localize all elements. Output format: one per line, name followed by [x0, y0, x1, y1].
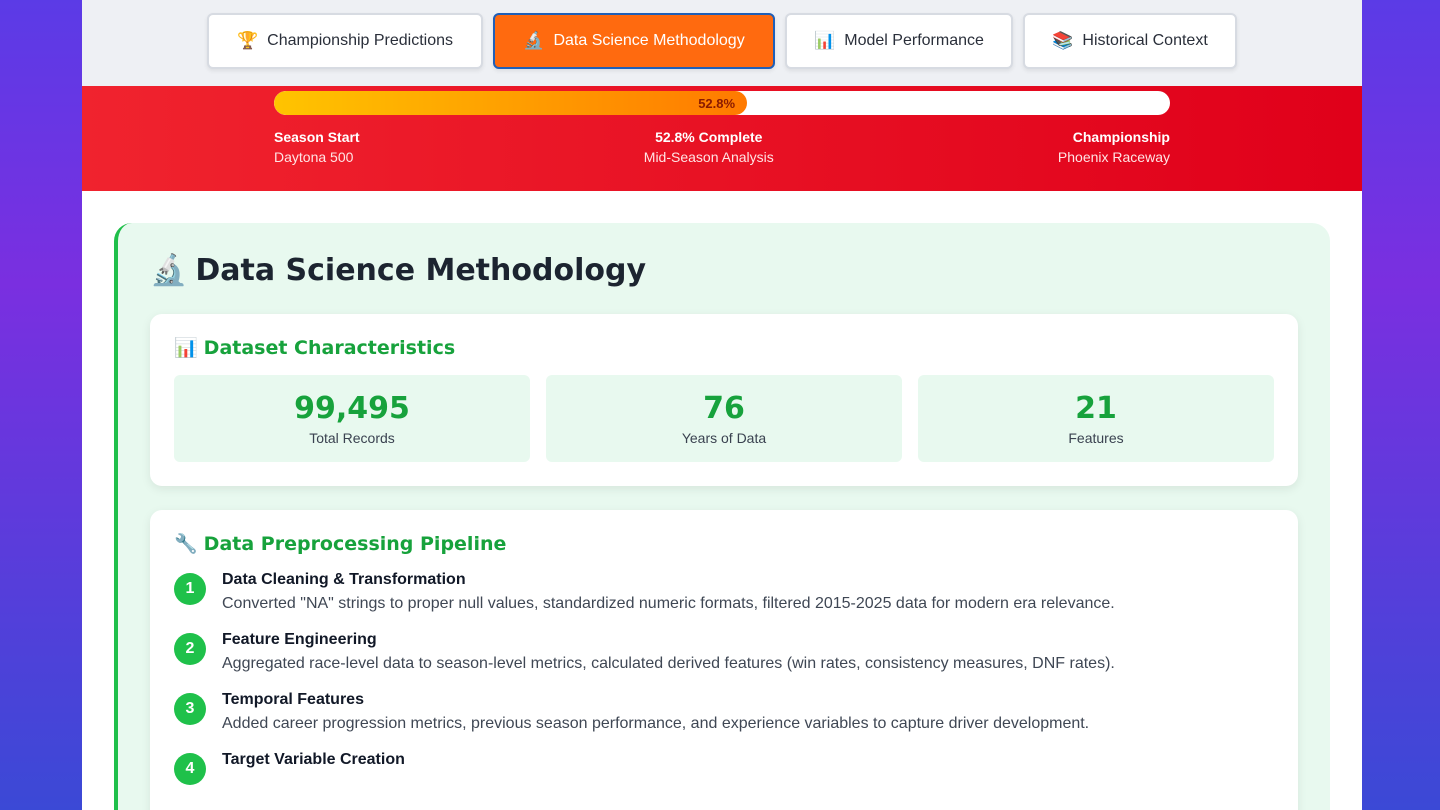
page-title: 🔬 Data Science Methodology: [150, 253, 1298, 288]
tab-historical-context[interactable]: 📚 Historical Context: [1023, 13, 1237, 69]
milestone-current: 52.8% Complete Mid-Season Analysis: [644, 129, 774, 165]
step-title: Feature Engineering: [222, 631, 377, 648]
stat-value: 99,495: [294, 391, 410, 426]
pipeline-card-title-text: Data Preprocessing Pipeline: [203, 532, 507, 555]
progress-percent-label: 52.8%: [698, 95, 736, 111]
bar-chart-icon: 📊: [174, 337, 198, 359]
tab-championship-predictions[interactable]: 🏆 Championship Predictions: [207, 13, 483, 69]
step-number-badge: 3: [174, 693, 206, 725]
app-page: 🏆 Championship Predictions 🔬 Data Scienc…: [82, 0, 1362, 810]
stat-value: 21: [1075, 391, 1117, 426]
pipeline-step: 4 Target Variable Creation: [174, 751, 1274, 785]
stat-label: Features: [1068, 430, 1124, 446]
step-title: Target Variable Creation: [222, 751, 405, 768]
step-title: Data Cleaning & Transformation: [222, 571, 466, 588]
milestone-end: Championship Phoenix Raceway: [1058, 129, 1170, 165]
milestone-start-subtitle: Daytona 500: [274, 149, 354, 165]
progress-bar: 52.8%: [274, 91, 1170, 115]
dataset-stats: 99,495 Total Records 76 Years of Data 21…: [174, 375, 1274, 462]
milestone-current-subtitle: Mid-Season Analysis: [643, 149, 774, 165]
milestone-start: Season Start Daytona 500: [274, 129, 360, 165]
main-content: 🔬 Data Science Methodology 📊 Dataset Cha…: [82, 191, 1362, 810]
pipeline-card-title: 🔧 Data Preprocessing Pipeline: [174, 532, 1274, 556]
progress-milestones: Season Start Daytona 500 52.8% Complete …: [274, 129, 1170, 165]
page-title-text: Data Science Methodology: [195, 253, 647, 288]
tab-bar: 🏆 Championship Predictions 🔬 Data Scienc…: [82, 0, 1362, 86]
step-number-badge: 4: [174, 753, 206, 785]
milestone-start-title: Season Start: [274, 129, 360, 145]
stat-total-records: 99,495 Total Records: [174, 375, 530, 462]
dataset-card-title-text: Dataset Characteristics: [203, 336, 456, 359]
stat-label: Total Records: [309, 430, 395, 446]
stat-label: Years of Data: [681, 430, 767, 446]
stat-years-of-data: 76 Years of Data: [546, 375, 902, 462]
step-title: Temporal Features: [222, 691, 364, 708]
step-description: Added career progression metrics, previo…: [222, 715, 1090, 732]
wrench-icon: 🔧: [174, 533, 198, 555]
progress-bar-fill: 52.8%: [274, 91, 748, 115]
step-description: Aggregated race-level data to season-lev…: [222, 655, 1115, 672]
stat-features: 21 Features: [918, 375, 1274, 462]
step-description: Converted "NA" strings to proper null va…: [222, 595, 1115, 612]
dataset-card-title: 📊 Dataset Characteristics: [174, 336, 1274, 360]
tab-label: Data Science Methodology: [553, 32, 745, 49]
trophy-icon: 🏆: [236, 31, 259, 50]
methodology-panel: 🔬 Data Science Methodology 📊 Dataset Cha…: [114, 223, 1330, 810]
tab-label: Model Performance: [844, 32, 984, 49]
pipeline-card: 🔧 Data Preprocessing Pipeline 1 Data Cle…: [150, 510, 1298, 810]
stat-value: 76: [703, 391, 745, 426]
bar-chart-icon: 📊: [814, 31, 836, 50]
tab-data-science-methodology[interactable]: 🔬 Data Science Methodology: [493, 13, 775, 69]
milestone-end-subtitle: Phoenix Raceway: [1057, 149, 1170, 165]
microscope-icon: 🔬: [150, 253, 188, 288]
pipeline-step: 2 Feature Engineering Aggregated race-le…: [174, 631, 1274, 673]
pipeline-step: 1 Data Cleaning & Transformation Convert…: [174, 571, 1274, 613]
dataset-card: 📊 Dataset Characteristics 99,495 Total R…: [150, 314, 1298, 486]
pipeline-step: 3 Temporal Features Added career progres…: [174, 691, 1274, 733]
milestone-current-title: 52.8% Complete: [655, 129, 763, 145]
books-icon: 📚: [1052, 31, 1074, 50]
step-number-badge: 2: [174, 633, 206, 665]
tab-label: Championship Predictions: [267, 32, 454, 49]
milestone-end-title: Championship: [1072, 129, 1170, 145]
microscope-icon: 🔬: [523, 31, 545, 50]
tab-model-performance[interactable]: 📊 Model Performance: [785, 13, 1013, 69]
tab-label: Historical Context: [1082, 32, 1208, 49]
season-progress: 52.8% Season Start Daytona 500 52.8% Com…: [82, 86, 1362, 191]
step-number-badge: 1: [174, 573, 206, 605]
